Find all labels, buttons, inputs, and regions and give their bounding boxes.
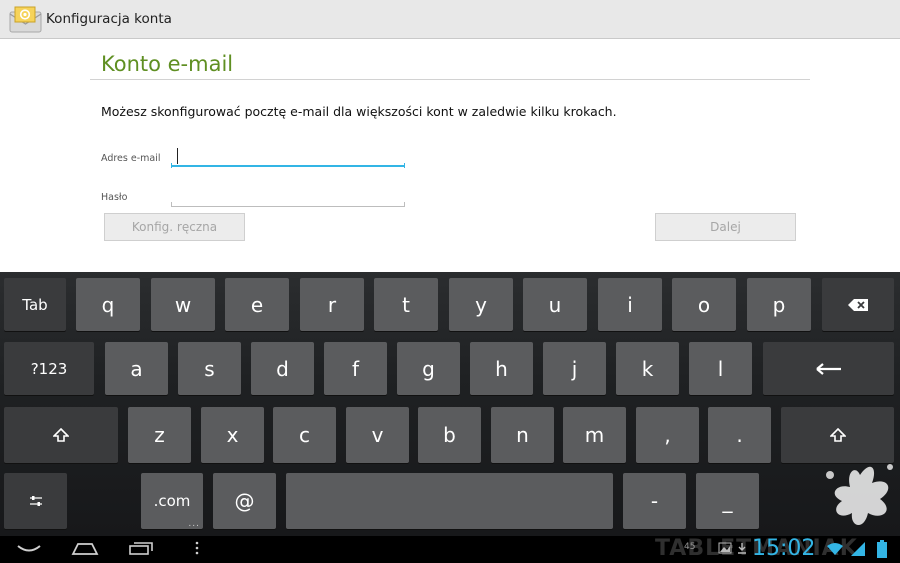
settings-key[interactable] (4, 473, 67, 529)
back-icon[interactable] (16, 541, 42, 555)
screen: Konfiguracja konta Konto e-mail Możesz s… (0, 0, 900, 563)
key-e[interactable]: e (225, 278, 289, 331)
menu-dots-icon[interactable] (194, 541, 200, 555)
soft-keyboard: Tab q w e r t y u i o p ?123 a s d f g h… (0, 272, 900, 536)
email-field-left-tick (171, 163, 172, 168)
password-field-right-tick (404, 202, 405, 207)
key-k[interactable]: k (616, 342, 679, 395)
notification-count: 45 (684, 542, 696, 552)
tab-key[interactable]: Tab (4, 278, 66, 331)
download-notification-icon[interactable] (736, 542, 748, 554)
key-l[interactable]: l (689, 342, 752, 395)
key-u[interactable]: u (523, 278, 587, 331)
key-b[interactable]: b (418, 407, 481, 463)
key-f[interactable]: f (324, 342, 387, 395)
key-g[interactable]: g (397, 342, 460, 395)
watermark-splash-graphic (826, 464, 893, 526)
next-button[interactable]: Dalej (655, 213, 796, 241)
email-app-icon[interactable] (9, 6, 42, 33)
key-o[interactable]: o (672, 278, 736, 331)
shift-key-left[interactable] (4, 407, 118, 463)
key-at[interactable]: @ (213, 473, 276, 529)
enter-icon (815, 362, 841, 375)
action-bar-title: Konfiguracja konta (46, 11, 172, 27)
key-underscore[interactable]: _ (696, 473, 759, 529)
key-dash[interactable]: - (623, 473, 686, 529)
manual-setup-button[interactable]: Konfig. ręczna (104, 213, 245, 241)
dotcom-label: .com (153, 492, 191, 510)
key-s[interactable]: s (178, 342, 241, 395)
battery-icon (877, 540, 887, 558)
action-bar: Konfiguracja konta (0, 0, 900, 39)
key-i[interactable]: i (598, 278, 662, 331)
settings-sliders-icon (29, 496, 42, 506)
key-t[interactable]: t (374, 278, 438, 331)
shift-icon (829, 428, 846, 442)
status-clock: 15:02 (752, 536, 816, 561)
recent-apps-icon[interactable] (128, 541, 156, 555)
key-y[interactable]: y (449, 278, 513, 331)
key-n[interactable]: n (491, 407, 554, 463)
key-a[interactable]: a (105, 342, 168, 395)
key-period[interactable]: . (708, 407, 771, 463)
key-c[interactable]: c (273, 407, 336, 463)
key-p[interactable]: p (747, 278, 811, 331)
key-d[interactable]: d (251, 342, 314, 395)
intro-text: Możesz skonfigurować pocztę e-mail dla w… (101, 104, 617, 119)
dotcom-more-label: ... (188, 519, 200, 529)
key-w[interactable]: w (151, 278, 215, 331)
password-label: Hasło (101, 192, 128, 203)
key-m[interactable]: m (563, 407, 626, 463)
key-r[interactable]: r (300, 278, 364, 331)
backspace-key[interactable] (822, 278, 894, 331)
text-cursor (177, 148, 178, 164)
symbols-key[interactable]: ?123 (4, 342, 94, 395)
backspace-icon (848, 298, 868, 311)
wifi-icon (827, 543, 843, 555)
gallery-notification-icon[interactable] (718, 542, 732, 554)
password-field[interactable] (171, 185, 404, 207)
title-divider (90, 79, 810, 80)
password-field-left-tick (171, 202, 172, 207)
account-setup-form: Konto e-mail Możesz skonfigurować pocztę… (0, 39, 900, 272)
email-field-right-tick (404, 163, 405, 168)
dotcom-key[interactable]: .com ... (141, 473, 203, 529)
enter-key[interactable] (763, 342, 894, 395)
page-title: Konto e-mail (101, 52, 234, 76)
key-j[interactable]: j (543, 342, 606, 395)
shift-icon (53, 428, 69, 442)
key-h[interactable]: h (470, 342, 533, 395)
email-field[interactable] (171, 145, 404, 167)
home-icon[interactable] (71, 541, 99, 555)
space-key[interactable] (286, 473, 613, 529)
signal-icon (851, 542, 865, 556)
key-v[interactable]: v (346, 407, 409, 463)
navigation-bar: TABLETMANIAK 45 15:02 (0, 536, 900, 563)
email-label: Adres e-mail (101, 153, 161, 164)
key-comma[interactable]: , (636, 407, 699, 463)
key-q[interactable]: q (76, 278, 140, 331)
key-z[interactable]: z (128, 407, 191, 463)
key-x[interactable]: x (201, 407, 264, 463)
